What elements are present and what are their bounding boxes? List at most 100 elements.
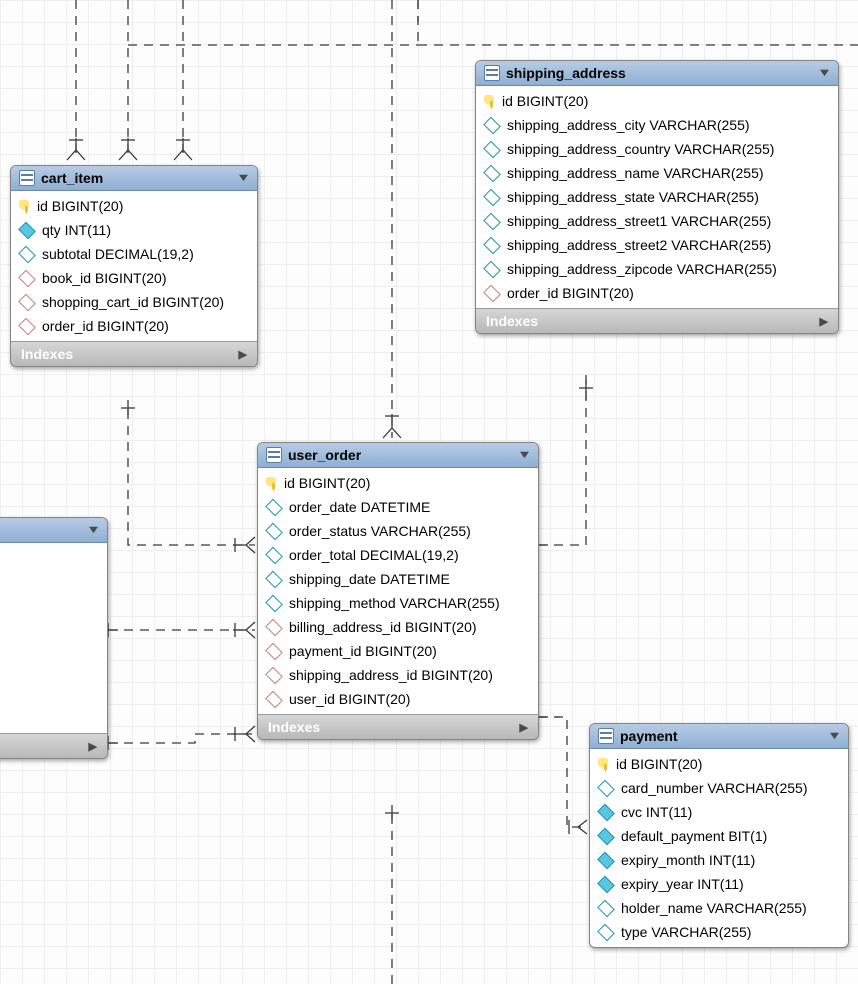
column-row[interactable]: CHAR(255) — [0, 706, 107, 730]
column-row[interactable]: shipping_address_city VARCHAR(255) — [476, 113, 838, 137]
column-row[interactable]: subtotal DECIMAL(19,2) — [11, 242, 257, 266]
column-list: HAR(255)ARCHAR(255)RCHAR(255)RCHAR(255)R… — [0, 543, 107, 733]
column-text: shopping_cart_id BIGINT(20) — [42, 294, 224, 310]
column-text: id BIGINT(20) — [37, 198, 123, 214]
column-row[interactable]: billing_address_id BIGINT(20) — [258, 615, 538, 639]
column-row[interactable]: id BIGINT(20) — [590, 752, 848, 776]
diamond-filled-icon — [597, 827, 615, 845]
column-row[interactable]: expiry_month INT(11) — [590, 848, 848, 872]
diamond-fk-icon — [18, 293, 36, 311]
triangle-right-icon: ▶ — [239, 348, 247, 361]
chevron-down-icon[interactable]: ▼ — [236, 172, 251, 184]
column-text: type VARCHAR(255) — [621, 924, 751, 940]
column-text: order_id BIGINT(20) — [42, 318, 169, 334]
entity-partial-left[interactable]: ▼ HAR(255)ARCHAR(255)RCHAR(255)RCHAR(255… — [0, 517, 108, 759]
column-row[interactable]: ARCHAR(255) — [0, 674, 107, 698]
column-row[interactable]: id BIGINT(20) — [11, 194, 257, 218]
column-row[interactable]: id BIGINT(20) — [258, 471, 538, 495]
entity-shipping-address[interactable]: shipping_address ▼ id BIGINT(20) shipping… — [475, 60, 839, 334]
column-row[interactable]: holder_name VARCHAR(255) — [590, 896, 848, 920]
entity-cart-item[interactable]: cart_item ▼ id BIGINT(20) qty INT(11) subt… — [10, 165, 258, 367]
column-text: shipping_address_city VARCHAR(255) — [507, 117, 750, 133]
column-row[interactable]: shipping_address_id BIGINT(20) — [258, 663, 538, 687]
column-row[interactable]: qty INT(11) — [11, 218, 257, 242]
entity-payment[interactable]: payment ▼ id BIGINT(20) card_number VARCH… — [589, 723, 849, 948]
column-row[interactable]: shipping_address_street1 VARCHAR(255) — [476, 209, 838, 233]
entity-title: user_order — [288, 447, 513, 463]
column-row[interactable]: shipping_address_street2 VARCHAR(255) — [476, 233, 838, 257]
entity-header[interactable]: shipping_address ▼ — [476, 61, 838, 86]
column-text: shipping_address_state VARCHAR(255) — [507, 189, 759, 205]
entity-title: payment — [620, 728, 823, 744]
column-text: card_number VARCHAR(255) — [621, 780, 807, 796]
chevron-down-icon[interactable]: ▼ — [817, 67, 832, 79]
column-row[interactable]: shipping_address_state VARCHAR(255) — [476, 185, 838, 209]
diamond-empty-icon — [483, 236, 501, 254]
diamond-empty-icon — [597, 899, 615, 917]
column-text: expiry_month INT(11) — [621, 852, 755, 868]
chevron-down-icon[interactable]: ▼ — [827, 730, 842, 742]
diamond-empty-icon — [597, 779, 615, 797]
column-text: subtotal DECIMAL(19,2) — [42, 246, 194, 262]
column-row[interactable]: payment_id BIGINT(20) — [258, 639, 538, 663]
column-text: shipping_address_zipcode VARCHAR(255) — [507, 261, 777, 277]
diamond-empty-icon — [483, 140, 501, 158]
column-row[interactable]: shipping_address_zipcode VARCHAR(255) — [476, 257, 838, 281]
entity-title: shipping_address — [506, 65, 813, 81]
column-row[interactable]: user_id BIGINT(20) — [258, 687, 538, 711]
entity-user-order[interactable]: user_order ▼ id BIGINT(20) order_date DAT… — [257, 442, 539, 740]
diamond-fk-icon — [265, 690, 283, 708]
entity-header[interactable]: ▼ — [0, 518, 107, 543]
column-row[interactable]: order_total DECIMAL(19,2) — [258, 543, 538, 567]
column-row[interactable]: order_id BIGINT(20) — [476, 281, 838, 305]
column-text: user_id BIGINT(20) — [289, 691, 410, 707]
diamond-fk-icon — [265, 618, 283, 636]
column-list: id BIGINT(20) card_number VARCHAR(255) cvc… — [590, 749, 848, 947]
column-row[interactable]: card_number VARCHAR(255) — [590, 776, 848, 800]
column-text: billing_address_id BIGINT(20) — [289, 619, 477, 635]
column-row[interactable]: order_id BIGINT(20) — [11, 314, 257, 338]
column-row[interactable]: expiry_year INT(11) — [590, 872, 848, 896]
key-icon — [266, 477, 278, 489]
chevron-down-icon[interactable]: ▼ — [517, 449, 532, 461]
entity-header[interactable]: cart_item ▼ — [11, 166, 257, 191]
indexes-section[interactable]: Indexes ▶ — [258, 714, 538, 739]
column-row[interactable]: HAR(255) — [0, 554, 107, 578]
column-row[interactable]: shipping_address_name VARCHAR(255) — [476, 161, 838, 185]
indexes-section[interactable]: Indexes ▶ — [0, 733, 107, 758]
column-row[interactable]: RCHAR(255) — [0, 650, 107, 674]
column-row[interactable]: shopping_cart_id BIGINT(20) — [11, 290, 257, 314]
column-text: id BIGINT(20) — [284, 475, 370, 491]
column-row[interactable] — [0, 546, 107, 554]
indexes-section[interactable]: Indexes ▶ — [11, 341, 257, 366]
column-row[interactable]: default_payment BIT(1) — [590, 824, 848, 848]
chevron-down-icon[interactable]: ▼ — [86, 524, 101, 536]
column-text: holder_name VARCHAR(255) — [621, 900, 807, 916]
column-text: order_total DECIMAL(19,2) — [289, 547, 459, 563]
key-icon — [19, 200, 31, 212]
indexes-section[interactable]: Indexes ▶ — [476, 308, 838, 333]
column-text: order_id BIGINT(20) — [507, 285, 634, 301]
column-text: expiry_year INT(11) — [621, 876, 744, 892]
column-row[interactable]: order_status VARCHAR(255) — [258, 519, 538, 543]
column-row[interactable]: RCHAR(255) — [0, 602, 107, 626]
entity-title: cart_item — [41, 170, 232, 186]
column-row[interactable]: book_id BIGINT(20) — [11, 266, 257, 290]
column-row[interactable]: id BIGINT(20) — [476, 89, 838, 113]
column-row[interactable]: shipping_address_country VARCHAR(255) — [476, 137, 838, 161]
column-row[interactable] — [0, 698, 107, 706]
diamond-filled-icon — [597, 851, 615, 869]
column-row[interactable]: shipping_date DATETIME — [258, 567, 538, 591]
entity-header[interactable]: user_order ▼ — [258, 443, 538, 468]
column-text: payment_id BIGINT(20) — [289, 643, 437, 659]
column-row[interactable]: cvc INT(11) — [590, 800, 848, 824]
column-row[interactable]: RCHAR(255) — [0, 626, 107, 650]
diamond-empty-icon — [483, 260, 501, 278]
column-row[interactable]: order_date DATETIME — [258, 495, 538, 519]
column-row[interactable]: shipping_method VARCHAR(255) — [258, 591, 538, 615]
column-text: id BIGINT(20) — [616, 756, 702, 772]
diamond-empty-icon — [483, 188, 501, 206]
column-row[interactable]: ARCHAR(255) — [0, 578, 107, 602]
entity-header[interactable]: payment ▼ — [590, 724, 848, 749]
column-row[interactable]: type VARCHAR(255) — [590, 920, 848, 944]
